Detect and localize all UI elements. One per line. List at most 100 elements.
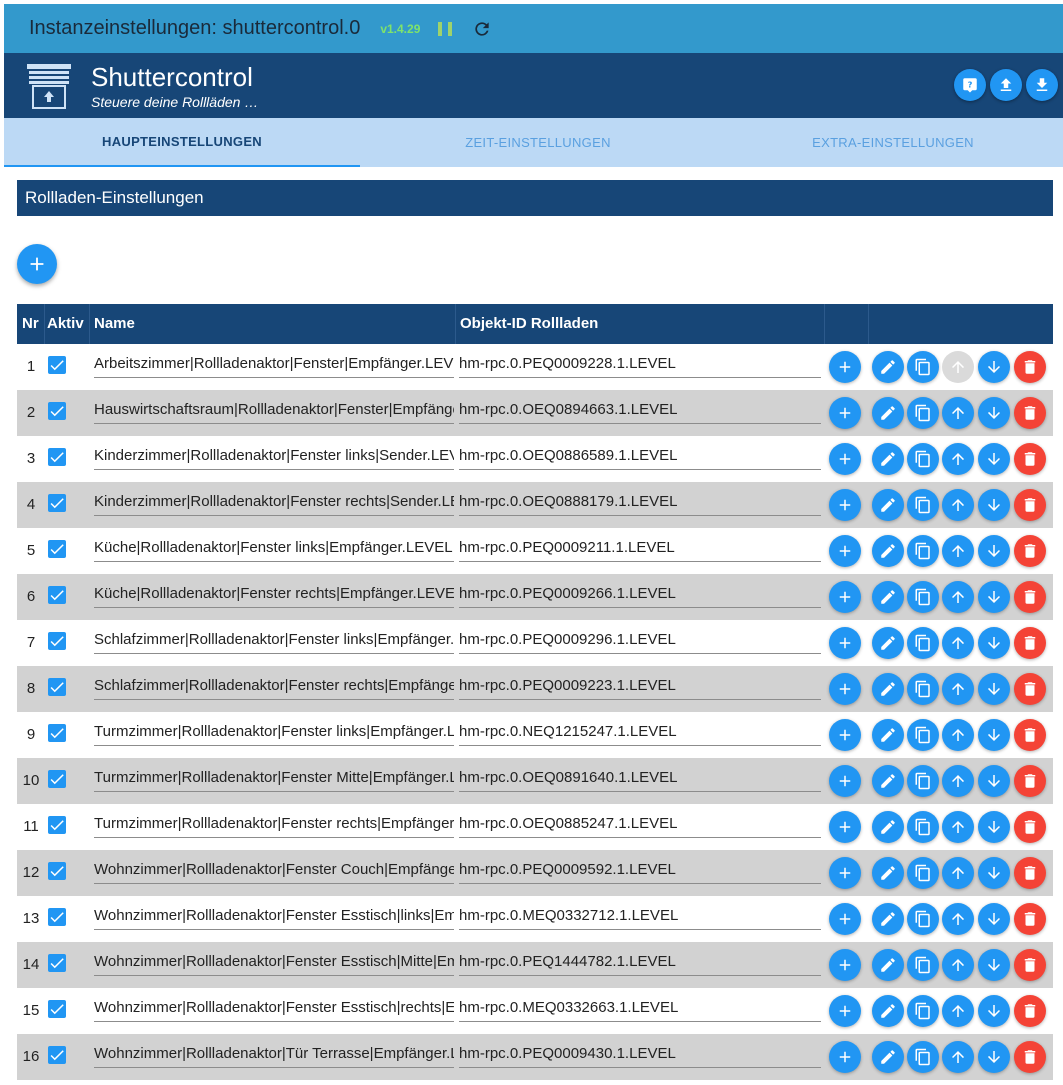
copy-button[interactable] [907,765,939,797]
move-up-button[interactable] [942,903,974,935]
move-down-button[interactable] [978,535,1010,567]
copy-button[interactable] [907,581,939,613]
object-id-field[interactable]: hm-rpc.0.PEQ0009592.1.LEVEL [459,860,821,884]
active-checkbox[interactable] [48,770,66,788]
add-row-button[interactable] [829,673,861,705]
tab-haupteinstellungen[interactable]: HAUPTEINSTELLUNGEN [4,118,360,167]
download-button[interactable] [1026,69,1058,101]
move-up-button[interactable] [942,719,974,751]
edit-button[interactable] [872,535,904,567]
object-id-field[interactable]: hm-rpc.0.PEQ1444782.1.LEVEL [459,952,821,976]
copy-button[interactable] [907,949,939,981]
move-up-button[interactable] [942,397,974,429]
move-up-button[interactable] [942,765,974,797]
delete-button[interactable] [1014,903,1046,935]
object-id-field[interactable]: hm-rpc.0.MEQ0332712.1.LEVEL [459,906,821,930]
object-id-field[interactable]: hm-rpc.0.PEQ0009430.1.LEVEL [459,1044,821,1068]
name-field[interactable]: Wohnzimmer|Rollladenaktor|Tür Terrasse|E… [94,1044,454,1068]
object-id-field[interactable]: hm-rpc.0.OEQ0894663.1.LEVEL [459,400,821,424]
delete-button[interactable] [1014,1041,1046,1073]
name-field[interactable]: Schlafzimmer|Rollladenaktor|Fenster link… [94,630,454,654]
copy-button[interactable] [907,811,939,843]
active-checkbox[interactable] [48,724,66,742]
copy-button[interactable] [907,489,939,521]
name-field[interactable]: Wohnzimmer|Rollladenaktor|Fenster Esstis… [94,952,454,976]
move-down-button[interactable] [978,581,1010,613]
edit-button[interactable] [872,351,904,383]
edit-button[interactable] [872,397,904,429]
object-id-field[interactable]: hm-rpc.0.MEQ0332663.1.LEVEL [459,998,821,1022]
move-down-button[interactable] [978,857,1010,889]
object-id-field[interactable]: hm-rpc.0.PEQ0009211.1.LEVEL [459,538,821,562]
object-id-field[interactable]: hm-rpc.0.OEQ0888179.1.LEVEL [459,492,821,516]
object-id-field[interactable]: hm-rpc.0.OEQ0885247.1.LEVEL [459,814,821,838]
edit-button[interactable] [872,443,904,475]
add-row-button[interactable] [829,443,861,475]
add-row-button[interactable] [829,765,861,797]
delete-button[interactable] [1014,949,1046,981]
move-up-button[interactable] [942,443,974,475]
object-id-field[interactable]: hm-rpc.0.PEQ0009223.1.LEVEL [459,676,821,700]
name-field[interactable]: Wohnzimmer|Rollladenaktor|Fenster Esstis… [94,906,454,930]
object-id-field[interactable]: hm-rpc.0.NEQ1215247.1.LEVEL [459,722,821,746]
delete-button[interactable] [1014,673,1046,705]
copy-button[interactable] [907,1041,939,1073]
edit-button[interactable] [872,949,904,981]
object-id-field[interactable]: hm-rpc.0.OEQ0886589.1.LEVEL [459,446,821,470]
copy-button[interactable] [907,857,939,889]
delete-button[interactable] [1014,811,1046,843]
move-down-button[interactable] [978,995,1010,1027]
add-row-button[interactable] [829,627,861,659]
copy-button[interactable] [907,903,939,935]
delete-button[interactable] [1014,351,1046,383]
upload-button[interactable] [990,69,1022,101]
move-up-button[interactable] [942,949,974,981]
copy-button[interactable] [907,995,939,1027]
tab-extra-einstellungen[interactable]: EXTRA-EINSTELLUNGEN [716,118,1063,167]
name-field[interactable]: Kinderzimmer|Rollladenaktor|Fenster link… [94,446,454,470]
move-down-button[interactable] [978,397,1010,429]
reload-icon[interactable] [472,19,492,39]
edit-button[interactable] [872,995,904,1027]
active-checkbox[interactable] [48,448,66,466]
add-row-button[interactable] [829,995,861,1027]
active-checkbox[interactable] [48,494,66,512]
name-field[interactable]: Turmzimmer|Rollladenaktor|Fenster links|… [94,722,454,746]
edit-button[interactable] [872,903,904,935]
name-field[interactable]: Turmzimmer|Rollladenaktor|Fenster Mitte|… [94,768,454,792]
edit-button[interactable] [872,857,904,889]
delete-button[interactable] [1014,489,1046,521]
copy-button[interactable] [907,535,939,567]
add-row-button[interactable] [829,581,861,613]
move-down-button[interactable] [978,627,1010,659]
move-down-button[interactable] [978,765,1010,797]
copy-button[interactable] [907,719,939,751]
active-checkbox[interactable] [48,1000,66,1018]
delete-button[interactable] [1014,443,1046,475]
move-down-button[interactable] [978,443,1010,475]
edit-button[interactable] [872,673,904,705]
add-row-button[interactable] [829,489,861,521]
copy-button[interactable] [907,397,939,429]
move-up-button[interactable] [942,581,974,613]
edit-button[interactable] [872,765,904,797]
delete-button[interactable] [1014,857,1046,889]
delete-button[interactable] [1014,581,1046,613]
add-row-button[interactable] [829,1041,861,1073]
edit-button[interactable] [872,627,904,659]
add-row-button[interactable] [829,903,861,935]
name-field[interactable]: Hauswirtschaftsraum|Rollladenaktor|Fenst… [94,400,454,424]
add-row-button[interactable] [829,397,861,429]
move-up-button[interactable] [942,627,974,659]
active-checkbox[interactable] [48,586,66,604]
name-field[interactable]: Küche|Rollladenaktor|Fenster links|Empfä… [94,538,454,562]
active-checkbox[interactable] [48,678,66,696]
name-field[interactable]: Wohnzimmer|Rollladenaktor|Fenster Couch|… [94,860,454,884]
edit-button[interactable] [872,811,904,843]
name-field[interactable]: Turmzimmer|Rollladenaktor|Fenster rechts… [94,814,454,838]
copy-button[interactable] [907,351,939,383]
copy-button[interactable] [907,443,939,475]
active-checkbox[interactable] [48,356,66,374]
move-up-button[interactable] [942,351,974,383]
edit-button[interactable] [872,489,904,521]
